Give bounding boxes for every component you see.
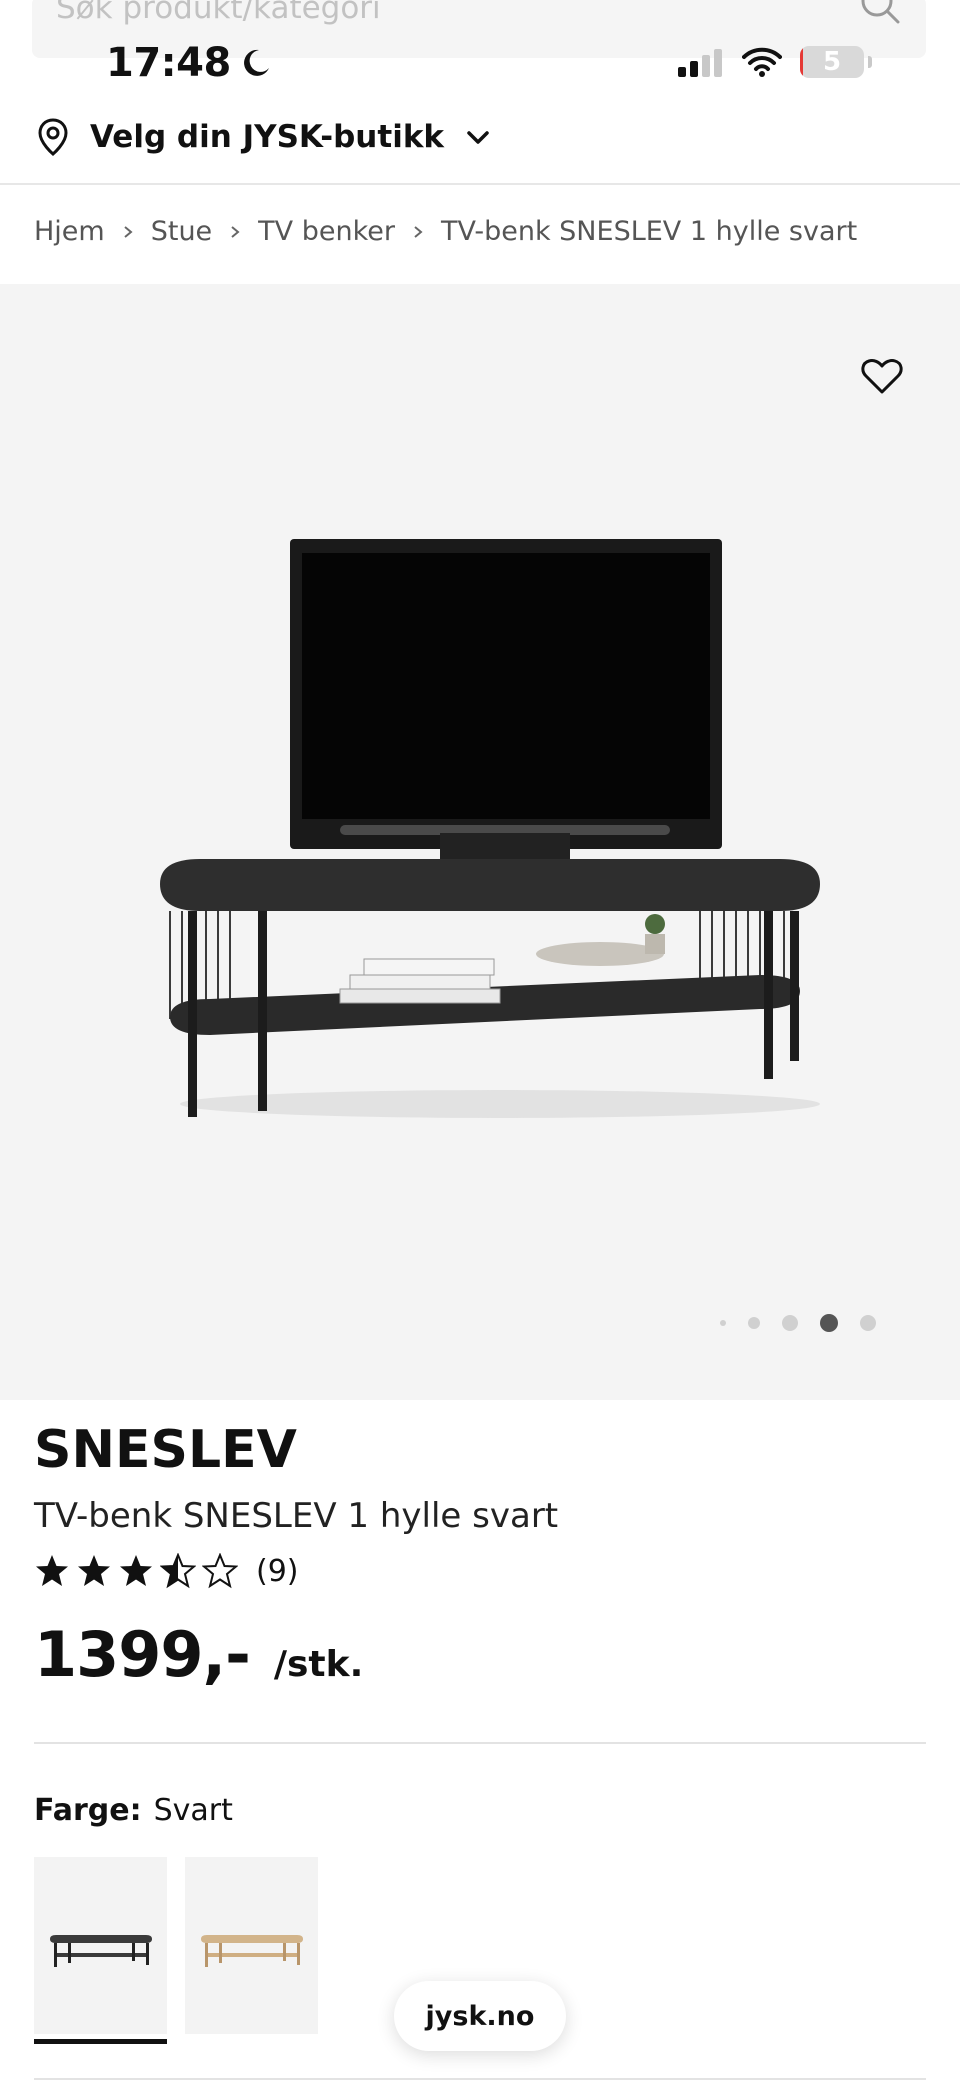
gallery-dot[interactable] bbox=[720, 1320, 726, 1326]
gallery-dot[interactable] bbox=[782, 1315, 798, 1331]
battery-level: 5 bbox=[822, 47, 842, 77]
product-image-gallery[interactable] bbox=[0, 284, 960, 1400]
star-full-icon bbox=[36, 1555, 68, 1586]
color-swatch-black[interactable] bbox=[34, 1857, 167, 2044]
breadcrumb-item-hjem[interactable]: Hjem bbox=[34, 216, 105, 247]
product-rating[interactable]: (9) bbox=[34, 1553, 299, 1589]
chevron-right-icon bbox=[414, 225, 423, 238]
review-count[interactable]: (9) bbox=[256, 1554, 299, 1589]
status-time: 17:48 bbox=[106, 40, 273, 86]
breadcrumb: Hjem Stue TV benker TV-benk SNESLEV 1 hy… bbox=[34, 216, 857, 247]
chevron-right-icon bbox=[124, 225, 133, 238]
star-full-icon bbox=[78, 1555, 110, 1586]
breadcrumb-item-tv-benker[interactable]: TV benker bbox=[258, 216, 395, 247]
color-swatches bbox=[34, 1857, 318, 2044]
heart-icon[interactable] bbox=[860, 354, 904, 398]
gallery-pagination[interactable] bbox=[720, 1314, 876, 1332]
header-divider bbox=[0, 183, 960, 185]
color-label: Farge: Svart bbox=[34, 1793, 233, 1828]
gallery-dot[interactable] bbox=[860, 1315, 876, 1331]
star-empty-icon bbox=[202, 1553, 238, 1589]
price-row: 1399,- /stk. bbox=[34, 1618, 363, 1691]
site-url-pill[interactable]: jysk.no bbox=[394, 1981, 566, 2051]
store-selector-label: Velg din JYSK-butikk bbox=[90, 119, 445, 155]
status-icons: 5 bbox=[676, 46, 872, 78]
location-pin-icon bbox=[38, 118, 68, 156]
moon-icon bbox=[243, 49, 269, 76]
battery-icon: 5 bbox=[800, 46, 864, 78]
price-unit: /stk. bbox=[273, 1644, 364, 1685]
clock-text: 17:48 bbox=[106, 40, 231, 86]
breadcrumb-item-current[interactable]: TV-benk SNESLEV 1 hylle svart bbox=[441, 216, 857, 247]
product-brand: SNESLEV bbox=[34, 1420, 297, 1480]
oak-tv-bench-thumbnail bbox=[200, 1934, 303, 1967]
chevron-down-icon bbox=[467, 131, 489, 144]
breadcrumb-item-stue[interactable]: Stue bbox=[151, 216, 212, 247]
color-label-key: Farge: bbox=[34, 1793, 142, 1828]
section-divider bbox=[34, 1742, 926, 1744]
battery-tip bbox=[868, 56, 872, 68]
product-name: TV-benk SNESLEV 1 hylle svart bbox=[34, 1496, 559, 1536]
wifi-icon bbox=[742, 47, 782, 77]
black-tv-bench-thumbnail bbox=[49, 1934, 152, 1967]
gallery-dot[interactable] bbox=[820, 1314, 838, 1332]
battery-fill bbox=[800, 46, 804, 78]
gallery-dot[interactable] bbox=[748, 1317, 760, 1329]
chevron-right-icon bbox=[231, 225, 240, 238]
search-placeholder: Søk produkt/kategori bbox=[56, 0, 381, 26]
product-price: 1399,- bbox=[34, 1618, 251, 1691]
color-swatch-oak[interactable] bbox=[185, 1857, 318, 2034]
store-selector[interactable]: Velg din JYSK-butikk bbox=[36, 112, 492, 162]
color-label-value: Svart bbox=[153, 1793, 233, 1828]
search-icon[interactable] bbox=[858, 0, 902, 26]
star-full-icon bbox=[120, 1555, 152, 1586]
product-image bbox=[160, 539, 820, 1118]
star-half-icon bbox=[160, 1553, 196, 1589]
bottom-divider bbox=[34, 2078, 926, 2080]
signal-icon bbox=[678, 49, 722, 77]
